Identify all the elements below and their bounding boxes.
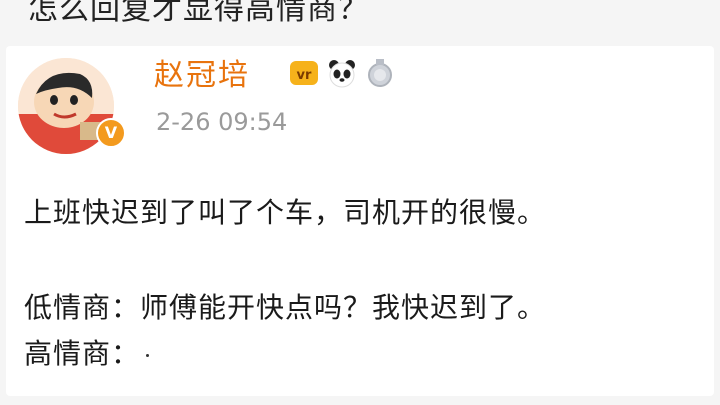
svg-text:vr: vr [297, 68, 312, 83]
post-text-line: 上班快迟到了叫了个车，司机开的很慢。 [24, 196, 547, 229]
medal-badge-icon[interactable] [364, 57, 396, 89]
user-badges: vr [288, 56, 396, 90]
vip-badge-icon[interactable]: vr [288, 57, 320, 89]
post-text-line: 高情商： [24, 332, 150, 372]
post-text-line: 低情商：师傅能开快点吗？我快迟到了。 [24, 291, 547, 324]
screenshot-page: 怎么回复才显得高情商？ V 赵冠培 vr 2-26 09:54 上班快迟到了叫了… [0, 0, 720, 405]
text-cursor [146, 353, 150, 357]
question-title: 怎么回复才显得高情商？ [28, 0, 369, 27]
verified-icon: V [96, 118, 126, 148]
panda-badge-icon[interactable] [326, 57, 358, 89]
post-text-line-label: 高情商： [24, 337, 141, 370]
post-timestamp: 2-26 09:54 [156, 108, 288, 136]
weibo-post-card: V 赵冠培 vr 2-26 09:54 上班快迟到了叫了个车，司机开的很慢。 低… [6, 46, 714, 396]
post-username[interactable]: 赵冠培 [154, 50, 250, 94]
